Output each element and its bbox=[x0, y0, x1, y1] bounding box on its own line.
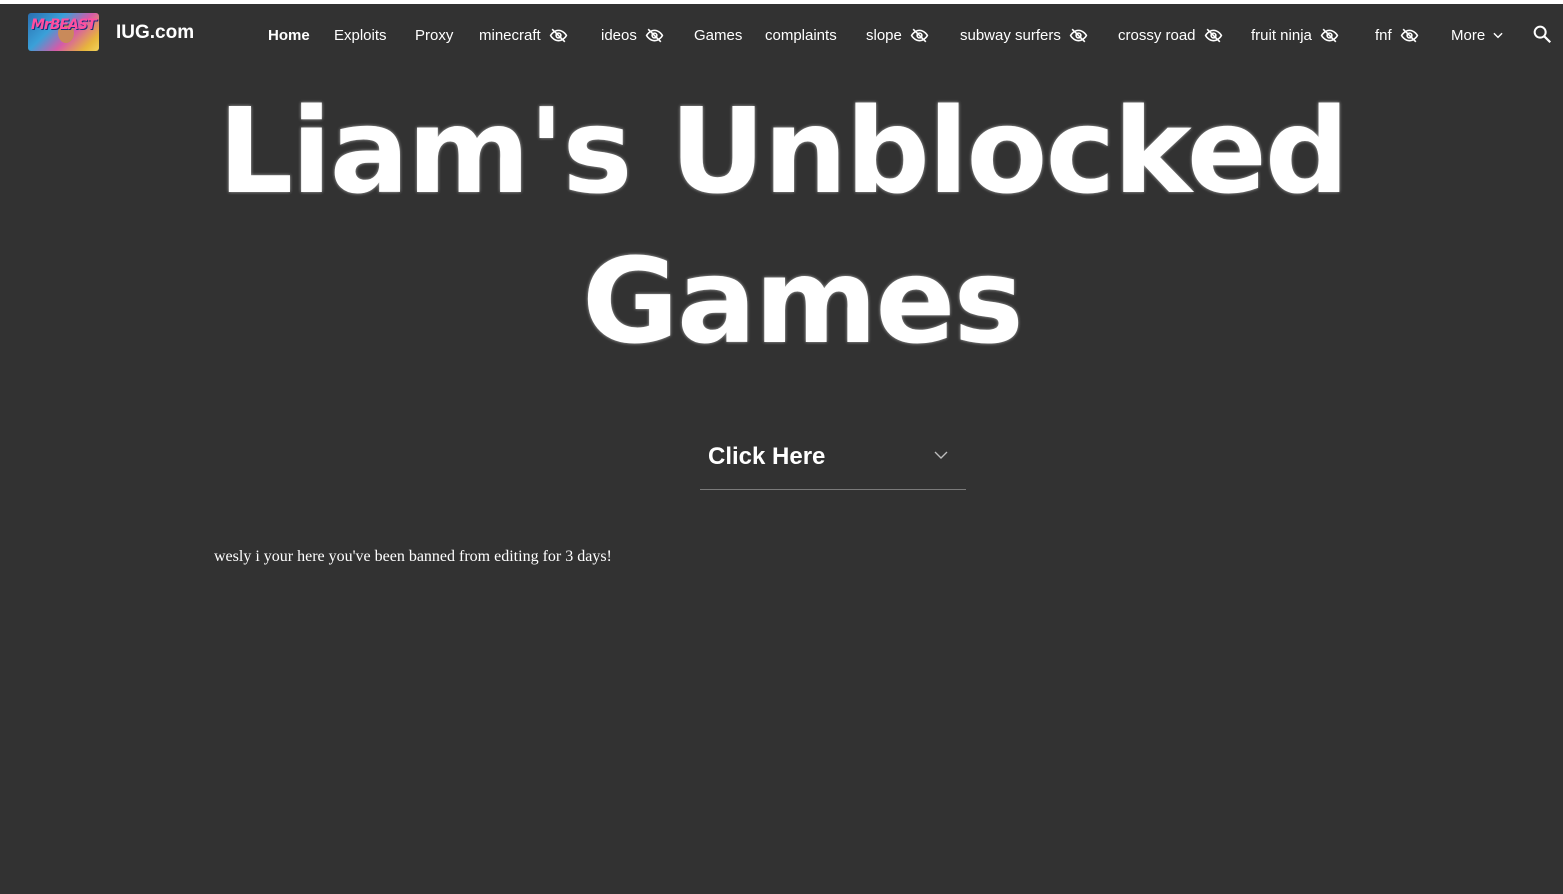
nav-item-label: More bbox=[1451, 26, 1486, 44]
nav-item-home[interactable]: Home bbox=[268, 23, 310, 47]
ban-notice-text: wesly i your here you've been banned fro… bbox=[214, 548, 612, 565]
chevron-down-icon bbox=[934, 451, 948, 459]
nav-item-ideos[interactable]: ideos bbox=[601, 23, 664, 47]
nav-item-label: complaints bbox=[765, 26, 837, 44]
eye-off-icon bbox=[1320, 28, 1339, 42]
nav-item-label: Proxy bbox=[415, 26, 454, 44]
nav-item-minecraft[interactable]: minecraft bbox=[479, 23, 568, 47]
click-here-dropdown[interactable]: Click Here bbox=[700, 436, 966, 490]
site-header: MrBEAST IUG.com Home Exploits Proxy mine… bbox=[0, 4, 1563, 60]
nav-item-label: Games bbox=[694, 26, 743, 44]
nav-item-slope[interactable]: slope bbox=[866, 23, 929, 47]
nav-item-fruit-ninja[interactable]: fruit ninja bbox=[1251, 23, 1339, 47]
hero-title-line-2: Games bbox=[582, 232, 1024, 370]
eye-off-icon bbox=[549, 28, 568, 42]
nav-item-proxy[interactable]: Proxy bbox=[415, 23, 453, 47]
search-icon[interactable] bbox=[1531, 23, 1553, 45]
nav-item-fnf[interactable]: fnf bbox=[1375, 23, 1419, 47]
eye-off-icon bbox=[1400, 28, 1419, 42]
nav-item-subway-surfers[interactable]: subway surfers bbox=[960, 23, 1088, 47]
eye-off-icon bbox=[1069, 28, 1088, 42]
eye-off-icon bbox=[1204, 28, 1222, 42]
nav-item-label: Home bbox=[268, 26, 310, 44]
nav-item-more[interactable]: More bbox=[1451, 23, 1505, 47]
nav-item-label: Exploits bbox=[334, 26, 387, 44]
nav-item-games[interactable]: Games bbox=[694, 23, 742, 47]
dropdown-label: Click Here bbox=[708, 443, 826, 470]
nav-item-label: minecraft bbox=[479, 26, 541, 44]
nav-item-label: crossy road bbox=[1118, 26, 1196, 44]
nav-item-crossy-road[interactable]: crossy road bbox=[1118, 23, 1223, 47]
site-title[interactable]: IUG.com bbox=[116, 21, 194, 45]
nav-item-label: slope bbox=[866, 26, 902, 44]
eye-off-icon bbox=[645, 28, 664, 42]
chevron-down-icon bbox=[1493, 32, 1503, 39]
logo-text: MrBEAST bbox=[31, 17, 97, 33]
site-logo[interactable]: MrBEAST bbox=[28, 13, 99, 51]
nav-item-label: subway surfers bbox=[960, 26, 1061, 44]
eye-off-icon bbox=[910, 28, 929, 42]
nav-item-label: fruit ninja bbox=[1251, 26, 1312, 44]
nav-item-label: fnf bbox=[1375, 26, 1392, 44]
nav-item-complaints[interactable]: complaints bbox=[765, 23, 837, 47]
nav-item-exploits[interactable]: Exploits bbox=[334, 23, 387, 47]
hero-title-line-1: Liam's Unblocked bbox=[218, 82, 1349, 220]
nav-item-label: ideos bbox=[601, 26, 637, 44]
